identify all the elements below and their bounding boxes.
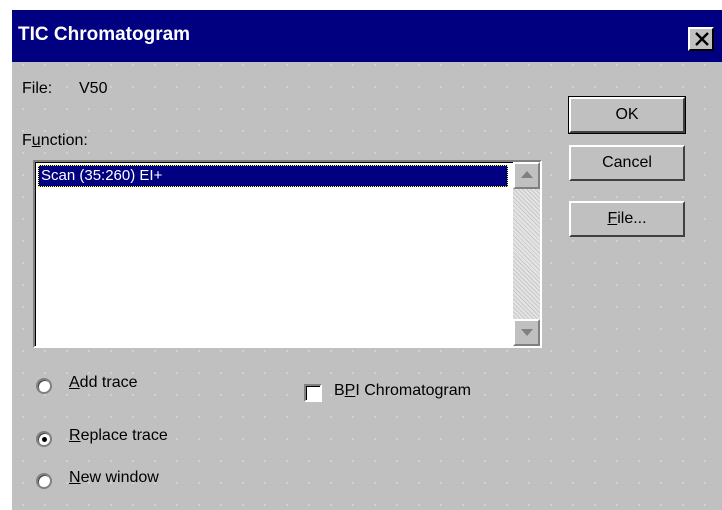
function-listbox[interactable]: Scan (35:260) EI+ [33, 160, 542, 348]
title-bar[interactable]: TIC Chromatogram [12, 10, 722, 62]
file-label: File: [22, 80, 53, 97]
arrow-down-icon [521, 329, 533, 336]
new-window-label: New window [69, 469, 159, 486]
new-window-radio[interactable] [36, 473, 52, 489]
scroll-up-button[interactable] [513, 162, 540, 189]
tic-chromatogram-dialog: TIC Chromatogram File: V50 Function: Sca… [10, 8, 722, 510]
function-list-item[interactable]: Scan (35:260) EI+ [38, 165, 508, 187]
dialog-title: TIC Chromatogram [18, 24, 191, 45]
function-label: Function: [22, 132, 88, 149]
file-row: File: V50 [22, 80, 107, 98]
cancel-button[interactable]: Cancel [569, 145, 685, 181]
bpi-chromatogram-label: BPI Chromatogram [334, 382, 471, 399]
file-browse-button[interactable]: File... [569, 201, 685, 237]
add-trace-radio[interactable] [36, 378, 52, 394]
file-name-value: V50 [79, 80, 108, 97]
scroll-down-button[interactable] [513, 319, 540, 346]
replace-trace-radio[interactable] [36, 431, 52, 447]
arrow-up-icon [521, 171, 533, 178]
close-icon [695, 32, 709, 46]
add-trace-label: Add trace [69, 374, 138, 391]
function-list-scrollbar[interactable] [513, 162, 540, 346]
replace-trace-label: Replace trace [69, 427, 168, 444]
ok-button[interactable]: OK [568, 96, 686, 134]
close-button[interactable] [688, 27, 714, 51]
bpi-chromatogram-checkbox[interactable] [304, 384, 322, 402]
